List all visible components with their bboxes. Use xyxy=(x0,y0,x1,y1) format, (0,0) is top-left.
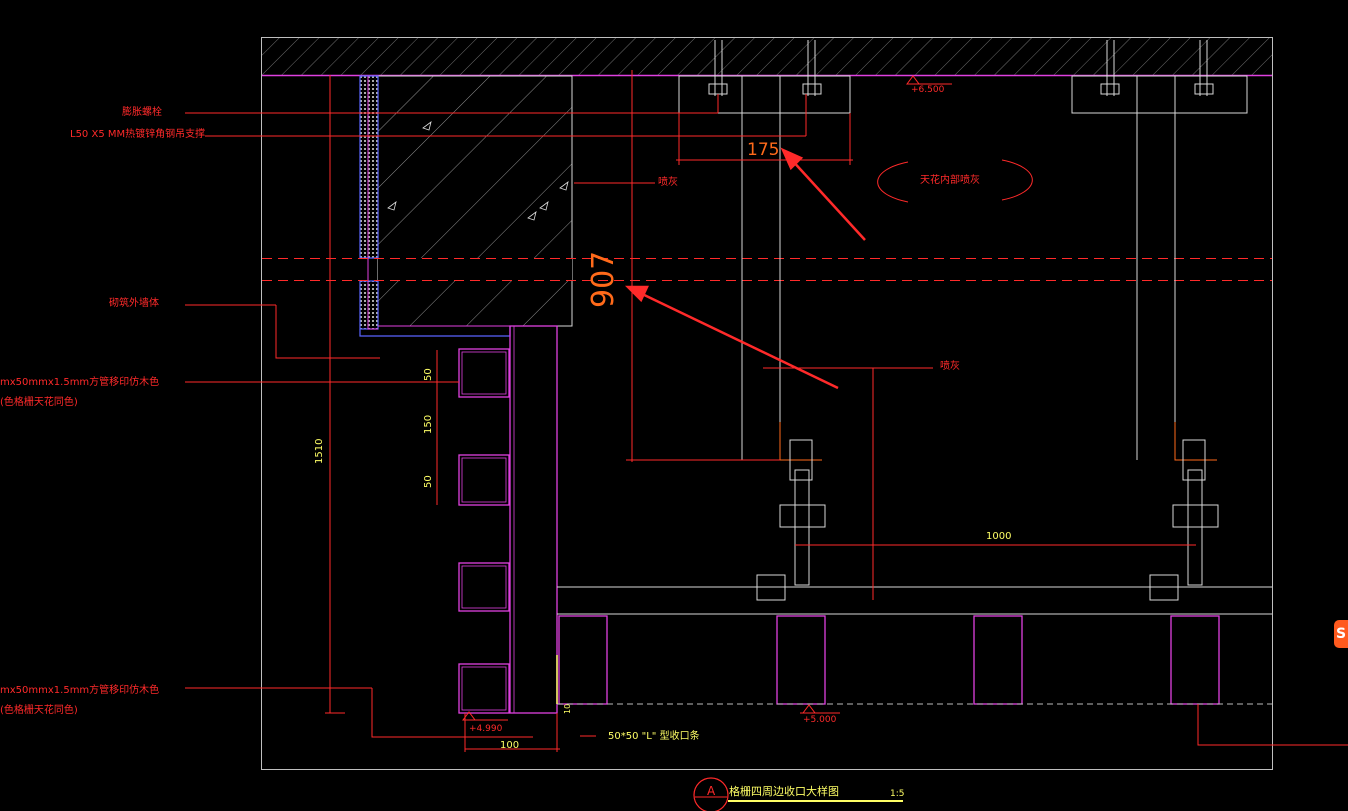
tube-lower-label-2: (色格栅天花同色) xyxy=(0,705,78,716)
dim-175: 175 xyxy=(747,140,780,160)
hanger-assembly-left xyxy=(678,40,851,460)
dim-907: 907 xyxy=(586,250,621,308)
cad-detail-drawing xyxy=(185,37,1348,811)
bracket-right xyxy=(1149,422,1219,601)
tube-lower-label-1: mx50mmx1.5mm方管移印仿木色 xyxy=(0,685,160,696)
bracket-left xyxy=(756,422,826,601)
concrete-slab xyxy=(262,38,1272,77)
dim-50-bottom: 50 xyxy=(423,475,434,488)
square-tubes-left xyxy=(458,348,510,714)
title-symbol: A xyxy=(707,784,716,798)
ceiling-spray-label: 天花内部喷灰 xyxy=(920,175,980,186)
tube-upper-label-1: mx50mmx1.5mm方管移印仿木色 xyxy=(0,377,160,388)
l-strip-label: 50*50 "L" 型收口条 xyxy=(608,731,700,742)
drawing-title: 格栅四周边收口大样图 xyxy=(729,785,839,798)
masonry-wall xyxy=(359,75,573,337)
angle-steel-label: L50 X5 MM热镀锌角钢吊支撑 xyxy=(70,129,206,140)
hanger-assembly-right xyxy=(1071,40,1248,460)
dim-150: 150 xyxy=(423,414,434,434)
grille-profiles xyxy=(558,615,1220,705)
dim-1510: 1510 xyxy=(314,438,325,464)
spray-right-label: 喷灰 xyxy=(940,361,960,372)
sogou-ime-icon[interactable]: S xyxy=(1334,620,1348,648)
level-bottom-right: +5.000 xyxy=(803,715,837,725)
dim-50-top: 50 xyxy=(423,368,434,381)
anchor-bolt-label: 膨胀螺栓 xyxy=(122,107,162,118)
dim-100: 100 xyxy=(500,740,520,751)
level-bottom-left: +4.990 xyxy=(469,724,503,734)
partition-wall-label: 砌筑外墙体 xyxy=(109,298,159,309)
level-top: +6.500 xyxy=(911,85,945,95)
drawing-scale: 1:5 xyxy=(890,789,905,799)
vertical-channel xyxy=(509,325,558,714)
dim-10: 10 xyxy=(563,703,572,714)
dim-1000: 1000 xyxy=(986,531,1012,542)
tube-upper-label-2: (色格栅天花同色) xyxy=(0,397,78,408)
spray-left-label: 喷灰 xyxy=(658,177,678,188)
